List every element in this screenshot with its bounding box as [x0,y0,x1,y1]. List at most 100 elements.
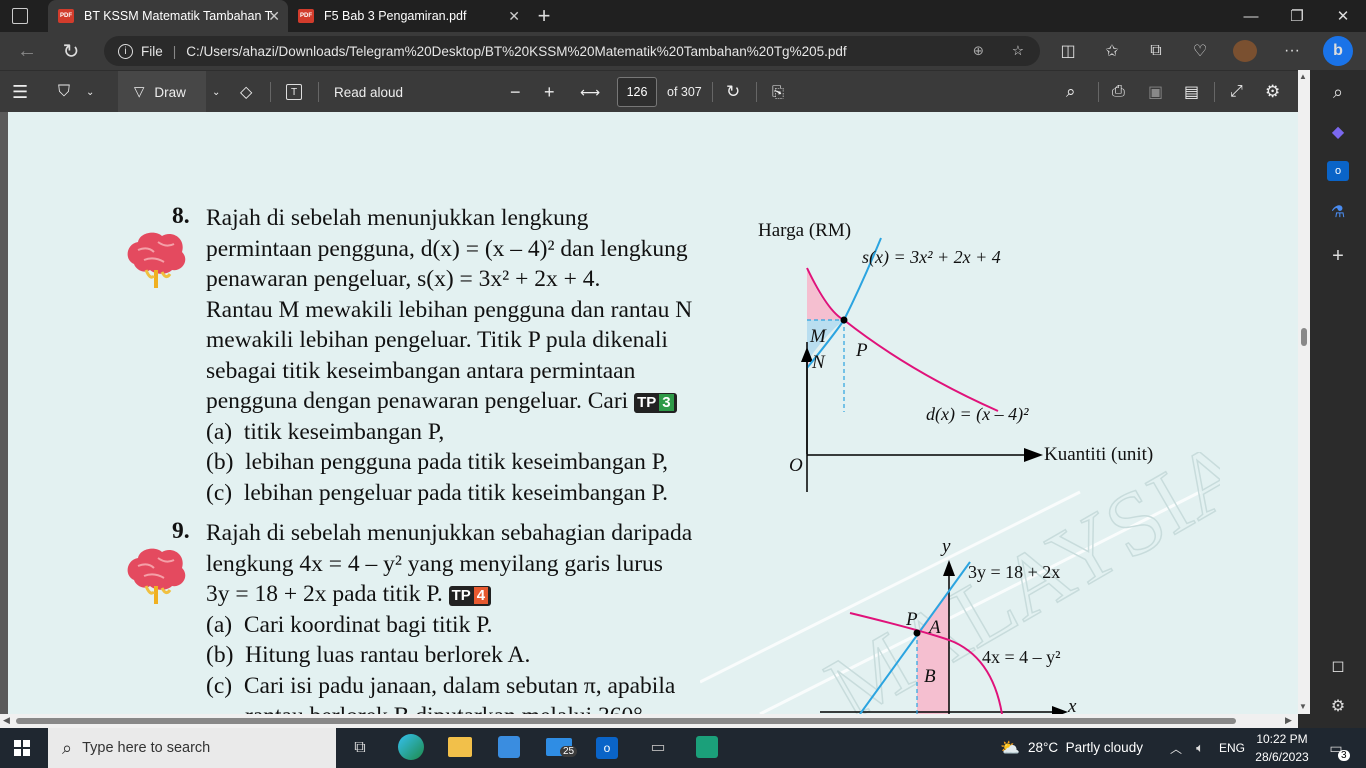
collections-icon[interactable]: ⧉ [1144,39,1168,63]
text-line: lengkung 4x = 4 – y² yang menyilang gari… [206,550,663,577]
tab-actions-icon[interactable] [12,8,28,24]
scroll-up-icon[interactable]: ▲ [1299,72,1307,81]
settings-icon[interactable]: ⚙ [1265,71,1280,113]
close-window-icon[interactable]: ✕ [1320,0,1366,32]
graph-p-label: P [906,609,918,630]
sidebar-search-icon[interactable]: ⌕ [1326,80,1350,104]
taskbar-search-box[interactable]: ⌕ Type here to search [48,728,336,768]
y-axis-arrow [943,560,955,576]
minimize-icon[interactable]: — [1228,0,1274,32]
question-9-text: Rajah di sebelah menunjukkan sebahagian … [206,518,692,714]
sidebar-copilot-icon[interactable]: ◆ [1326,120,1350,144]
draw-button[interactable]: ▽ Draw [118,71,206,113]
favorite-star-icon[interactable]: ☆ [1012,43,1024,59]
graph-a-label: A [929,617,941,638]
tab-bt-kssm[interactable]: PDF BT KSSM Matematik Tambahan T ✕ [48,0,288,32]
scroll-down-icon[interactable]: ▼ [1299,702,1307,711]
address-separator: | [172,43,177,59]
address-prefix: File [141,43,163,59]
zoom-icon[interactable]: ⊕ [973,43,984,59]
tab-label: F5 Bab 3 Pengamiran.pdf [324,9,467,23]
app-icon[interactable]: ▭ [646,737,670,757]
split-screen-icon[interactable]: ◫ [1056,39,1080,63]
address-row: ← ↻ i File | C:/Users/ahazi/Downloads/Te… [0,32,1366,70]
page-view-icon[interactable]: ⎘ [772,71,784,113]
sidebar-settings-icon[interactable]: ⚙ [1326,694,1350,718]
time-text: 10:22 PM [1256,732,1308,746]
address-bar[interactable]: i File | C:/Users/ahazi/Downloads/Telegr… [104,36,1040,66]
outlook-icon[interactable]: o [596,737,618,759]
pdf-toolbar: ☰ ⛉ ⌄ ▽ Draw ⌄ ◇ T Read aloud − + ⟷ 126 … [0,70,1310,113]
weather-text[interactable]: 28°C Partly cloudy [1028,740,1143,755]
separator [270,82,271,102]
zoom-in-icon[interactable]: + [544,71,555,113]
scroll-thumb[interactable] [1301,328,1307,346]
brain-icon [127,232,186,288]
text-box-icon[interactable]: T [286,71,302,113]
read-aloud-button[interactable]: Read aloud [334,71,403,113]
mail-badge: 25 [560,746,578,757]
horizontal-scrollbar[interactable]: ◀ ▶ [0,714,1298,728]
info-icon[interactable]: i [118,43,133,59]
pdf-page: MALAYSIA 8. Rajah di sebelah menunjukkan… [0,112,1298,714]
tab-label: BT KSSM Matematik Tambahan T [84,9,273,23]
refresh-icon[interactable]: ↻ [58,39,84,63]
part-a: (a) Cari koordinat bagi titik P. [206,611,493,638]
back-icon[interactable]: ← [14,39,40,63]
tray-chevron-icon[interactable]: ︿ [1168,738,1184,758]
text-line: sebagai titik keseimbangan antara permin… [206,357,636,384]
close-tab-icon[interactable]: ✕ [508,8,520,25]
scroll-left-icon[interactable]: ◀ [3,715,10,726]
store-icon[interactable] [498,736,520,758]
edge-app-icon[interactable] [398,734,424,760]
separator [712,82,713,102]
scroll-thumb[interactable] [16,718,1236,724]
graph-x-axis-label: x [1068,696,1077,714]
draw-dropdown-icon[interactable]: ⌄ [212,71,220,113]
save-icon[interactable]: ▣ [1148,71,1163,113]
fit-page-icon[interactable]: ⟷ [580,71,600,113]
tab-f5-bab3[interactable]: PDF F5 Bab 3 Pengamiran.pdf ✕ [288,0,528,32]
pdf-search-icon[interactable]: ⌕ [1066,71,1076,113]
language-indicator[interactable]: ENG [1219,741,1245,755]
new-tab-icon[interactable]: + [532,3,556,28]
rotate-icon[interactable]: ↻ [726,71,740,113]
erase-icon[interactable]: ◇ [240,71,252,113]
app-green-icon[interactable] [696,736,718,758]
scroll-right-icon[interactable]: ▶ [1285,715,1292,726]
favorites-icon[interactable]: ✩ [1100,39,1124,63]
bing-copilot-icon[interactable]: b [1323,36,1353,66]
restore-icon[interactable]: ❐ [1274,0,1320,32]
fullscreen-icon[interactable]: ⤢ [1230,71,1243,113]
print-icon[interactable]: ⎙ [1112,71,1125,113]
graph-ylabel: Harga (RM) [758,220,852,241]
tp-badge: TP 4 [448,586,492,606]
close-tab-icon[interactable]: ✕ [268,8,280,25]
highlight-icon[interactable]: ⛉ ⌄ [58,71,94,113]
zoom-out-icon[interactable]: − [510,71,521,113]
sidebar-add-icon[interactable]: + [1326,244,1350,268]
graph-m-label: M [810,326,826,347]
save-as-icon[interactable]: ▤ [1184,71,1199,113]
file-explorer-icon[interactable] [448,737,472,757]
text-line: Rantau M mewakili lebihan pengguna dan r… [206,296,693,323]
more-options-icon[interactable]: ··· [1280,39,1304,63]
sidebar-outlook-icon[interactable]: o [1327,161,1349,181]
vertical-scrollbar[interactable]: ▲ ▼ [1298,70,1310,714]
notification-count: 3 [1338,750,1350,761]
windows-start-icon[interactable] [14,740,30,756]
contents-icon[interactable]: ☰ [12,71,28,113]
sidebar-hide-icon[interactable]: ◻ [1326,654,1350,678]
sidebar-tools-icon[interactable]: ⚗ [1326,200,1350,224]
volume-icon[interactable]: 🔈︎ [1190,738,1210,758]
profile-avatar[interactable] [1233,40,1257,62]
address-url[interactable]: C:/Users/ahazi/Downloads/Telegram%20Desk… [186,44,846,59]
text-line: mewakili lebihan pengeluar. Titik P pula… [206,327,668,353]
performance-icon[interactable]: ♡ [1188,39,1212,63]
page-number-input[interactable]: 126 [617,77,657,107]
graph-d-label: d(x) = (x – 4)² [926,404,1029,424]
part-b: (b) lebihan pengguna pada titik keseimba… [206,449,669,475]
graph-p-label: P [856,340,868,361]
clock[interactable]: 10:22 PM 28/6/2023 [1252,730,1312,766]
task-view-icon[interactable]: ⧉ [348,736,372,760]
